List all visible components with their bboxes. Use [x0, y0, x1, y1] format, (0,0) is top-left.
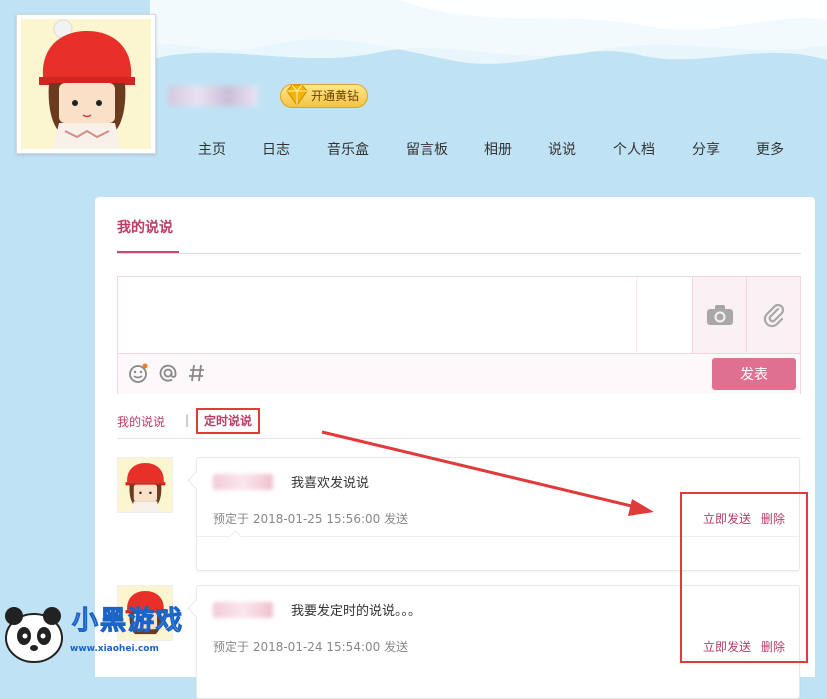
annotation-highlight-box — [680, 492, 808, 663]
nav-guestbook[interactable]: 留言板 — [388, 139, 466, 159]
shuoshuo-input[interactable] — [119, 278, 639, 356]
nav-profile[interactable]: 个人档 — [594, 139, 674, 159]
nav-more[interactable]: 更多 — [738, 139, 802, 159]
post-schedule-time: 预定于 2018-01-24 15:54:00 发送 — [213, 640, 409, 654]
watermark-title: 小黑游戏 — [71, 606, 185, 637]
nav-blog[interactable]: 日志 — [244, 139, 308, 159]
watermark-url: www.xiaohei.com — [70, 644, 159, 654]
post-author-blurred — [213, 474, 273, 490]
avatar-image — [21, 19, 151, 149]
camera-icon — [706, 305, 733, 325]
username-blurred — [168, 86, 258, 106]
profile-avatar[interactable] — [16, 14, 156, 154]
subtab-divider — [117, 438, 801, 439]
publish-button[interactable]: 发表 — [712, 358, 796, 390]
camera-button[interactable] — [692, 277, 746, 353]
tab-my-shuoshuo[interactable]: 我的说说 — [117, 217, 173, 237]
watermark: 小黑游戏 www.xiaohei.com — [0, 596, 200, 666]
post-author-blurred — [213, 602, 273, 618]
post-schedule-time: 预定于 2018-01-25 15:56:00 发送 — [213, 512, 409, 526]
hashtag-icon[interactable] — [188, 363, 206, 388]
post-avatar[interactable] — [117, 457, 173, 513]
composer: 发表 — [117, 276, 801, 394]
subtab-my-shuoshuo[interactable]: 我的说说 — [117, 413, 165, 430]
subtab-scheduled[interactable]: 定时说说 — [196, 408, 261, 434]
main-nav: 主页 日志 音乐盒 留言板 相册 说说 个人档 分享 更多 — [180, 139, 802, 159]
nav-album[interactable]: 相册 — [466, 139, 530, 159]
subtab-separator: | — [185, 413, 190, 427]
at-icon[interactable] — [158, 363, 178, 388]
vip-open-button[interactable]: 开通黄钻 — [280, 84, 369, 108]
panda-logo-icon — [5, 607, 63, 663]
composer-toolbar: 发表 — [118, 353, 800, 394]
nav-music[interactable]: 音乐盒 — [308, 139, 388, 159]
composer-divider — [636, 278, 692, 352]
tab-underline — [117, 251, 179, 253]
comment-notch — [229, 530, 242, 543]
nav-shuoshuo[interactable]: 说说 — [530, 139, 594, 159]
nav-share[interactable]: 分享 — [674, 139, 738, 159]
diamond-icon — [283, 83, 311, 114]
vip-label: 开通黄钻 — [311, 89, 360, 103]
post-text: 我喜欢发说说 — [291, 476, 370, 491]
attachment-button[interactable] — [746, 277, 800, 353]
emoji-icon[interactable] — [128, 363, 148, 388]
divider — [117, 253, 801, 254]
post-text: 我要发定时的说说。。。 — [291, 604, 422, 619]
nav-home[interactable]: 主页 — [180, 139, 244, 159]
attachment-icon — [763, 303, 784, 328]
